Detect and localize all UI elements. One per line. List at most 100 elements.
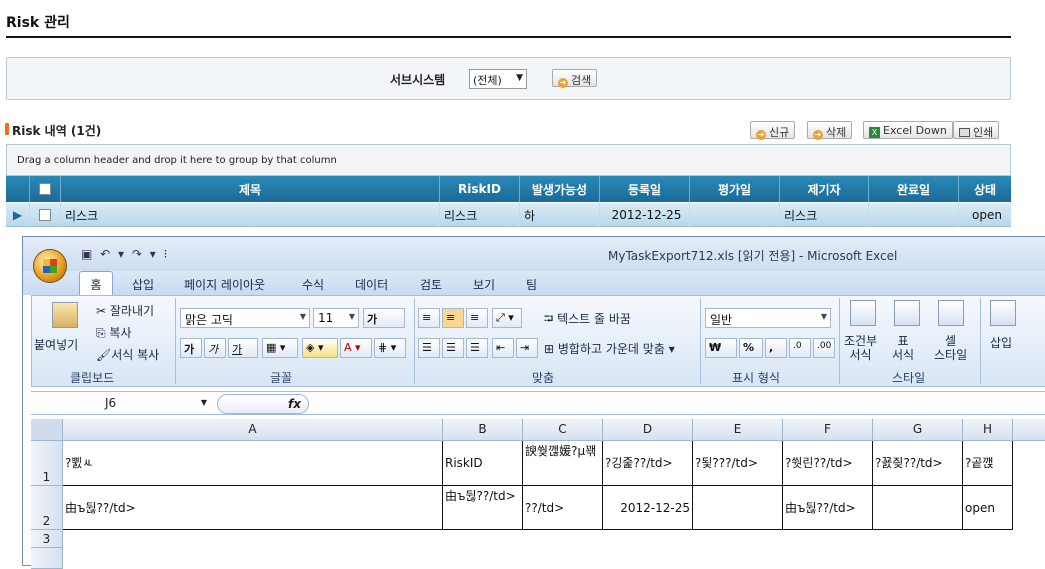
format-painter-button[interactable]: 🖌서식 복사 [96, 346, 159, 363]
cell-H1[interactable]: ?곹깭 [963, 441, 1013, 486]
tab-home[interactable]: 홈 [79, 271, 113, 295]
font-name-combo[interactable]: 맑은 고딕 ▼ [180, 308, 310, 328]
increase-decimal-button[interactable]: .0 [789, 338, 811, 358]
row-header-1[interactable]: 1 [31, 441, 63, 486]
name-box[interactable]: J6 ▼ [31, 394, 211, 414]
tab-page-layout[interactable]: 페이지 레이아웃 [184, 276, 265, 293]
align-top-button[interactable]: ≡ [418, 308, 440, 328]
cell-G1[interactable]: ?꾨즺??/td> [873, 441, 963, 486]
column-header-E[interactable]: E [693, 419, 783, 441]
tab-formulas[interactable]: 수식 [302, 276, 324, 293]
align-middle-button[interactable]: ≡ [442, 308, 464, 328]
wrap-text-button[interactable]: ⮒ 텍스트 줄 바꿈 [544, 310, 631, 331]
cell-styles-icon[interactable] [938, 300, 964, 326]
tab-team[interactable]: 팀 [526, 276, 537, 293]
italic-button[interactable]: 가 [204, 338, 226, 358]
column-header-F[interactable]: F [783, 419, 873, 441]
cell-F1[interactable]: ?쒓린??/td> [783, 441, 873, 486]
cell-C1[interactable]: 諛쒖깮媛?μ꽦 [523, 441, 603, 486]
format-as-table-button[interactable]: 표 서식 [892, 334, 914, 362]
orientation-button[interactable]: ⤢ ▾ [492, 308, 522, 328]
align-center-button[interactable]: ☰ [442, 338, 464, 358]
fill-color-button[interactable]: ◈ ▾ [302, 338, 338, 358]
column-header-D[interactable]: D [603, 419, 693, 441]
cell-D1[interactable]: ?깅줉??/td> [603, 441, 693, 486]
cell-G2[interactable] [873, 486, 963, 530]
decrease-decimal-button[interactable]: .00 [813, 338, 835, 358]
column-header-title[interactable]: 제목 [61, 176, 440, 202]
row-header-2[interactable]: 2 [31, 486, 63, 530]
font-size-combo[interactable]: 11 ▼ [313, 308, 359, 328]
paste-button[interactable]: 붙여넣기 [34, 336, 78, 353]
cell-F2[interactable]: 由ъ뒪??/td> [783, 486, 873, 530]
subsystem-select[interactable]: (전체) ▼ [469, 69, 527, 89]
column-header-registered[interactable]: 등록일 [600, 176, 690, 202]
insert-cells-icon[interactable] [990, 300, 1016, 326]
bold-button[interactable]: 가 [180, 338, 202, 358]
copy-button[interactable]: ⎘ 복사 [96, 324, 132, 341]
font-color-button[interactable]: A ▾ [340, 338, 372, 358]
search-button[interactable]: ➜ 검색 [552, 69, 598, 88]
column-header-C[interactable]: C [523, 419, 603, 441]
tab-review[interactable]: 검토 [420, 276, 442, 293]
paste-icon[interactable] [52, 302, 78, 328]
delete-button[interactable]: ➜ 삭제 [807, 121, 853, 140]
grow-font-button[interactable]: 가 [363, 308, 405, 328]
table-row[interactable]: ▶ 리스크 리스크 하 2012-12-25 리스크 open [6, 203, 1011, 227]
tab-view[interactable]: 보기 [473, 276, 495, 293]
tab-insert[interactable]: 삽입 [132, 276, 154, 293]
increase-indent-button[interactable]: ⇥ [516, 338, 538, 358]
group-by-bar[interactable]: Drag a column header and drop it here to… [6, 144, 1011, 176]
cell-E1[interactable]: ?됯???/td> [693, 441, 783, 486]
cell-A2[interactable]: 由ъ뒪??/td> [63, 486, 443, 530]
column-header-H[interactable]: H [963, 419, 1013, 441]
column-header-B[interactable]: B [443, 419, 523, 441]
cell-B1[interactable]: RiskID [443, 441, 523, 486]
cell-C2[interactable]: ??/td> [523, 486, 603, 530]
cell-D2[interactable]: 2012-12-25 [603, 486, 693, 530]
column-header-G[interactable]: G [873, 419, 963, 441]
cell-A1[interactable]: ?쀬ㅻ [63, 441, 443, 486]
phonetic-button[interactable]: ⋕ ▾ [374, 338, 406, 358]
decrease-indent-button[interactable]: ⇤ [492, 338, 514, 358]
excel-down-button[interactable]: X Excel Down [863, 121, 953, 139]
column-header-riskid[interactable]: RiskID [440, 176, 520, 202]
new-button[interactable]: ➜ 신규 [750, 121, 796, 140]
select-all-corner[interactable] [31, 419, 63, 441]
conditional-format-icon[interactable] [850, 300, 876, 326]
cell-title[interactable]: 리스크 [61, 203, 440, 227]
tab-data[interactable]: 데이터 [355, 276, 388, 293]
row-header-4[interactable] [31, 548, 63, 569]
border-button[interactable]: ▦ ▾ [262, 338, 298, 358]
column-header-next[interactable] [1013, 419, 1045, 441]
align-left-button[interactable]: ☰ [418, 338, 440, 358]
select-all-checkbox[interactable] [39, 183, 51, 195]
column-header-status[interactable]: 상태 [959, 176, 1011, 202]
insert-cells-button[interactable]: 삽입 [990, 334, 1012, 351]
cell-H2[interactable]: open [963, 486, 1013, 530]
cut-button[interactable]: ✂ 잘라내기 [96, 302, 154, 319]
insert-function-button[interactable]: fx [217, 394, 309, 414]
quick-access-toolbar[interactable]: ▣ ↶ ▾ ↷ ▾ ⁝ [81, 247, 169, 261]
column-header-raiser[interactable]: 제기자 [780, 176, 869, 202]
number-format-combo[interactable]: 일반 ▼ [705, 308, 831, 328]
conditional-format-button[interactable]: 조건부 서식 [844, 334, 877, 362]
column-header-A[interactable]: A [63, 419, 443, 441]
currency-button[interactable]: ₩ [705, 338, 737, 358]
cell-B2[interactable]: 由ъ뒪??/td> [443, 486, 523, 530]
column-header-likelihood[interactable]: 발생가능성 [520, 176, 600, 202]
office-button[interactable] [33, 249, 67, 283]
cell-E2[interactable] [693, 486, 783, 530]
merge-center-button[interactable]: ⊞ 병합하고 가운데 맞춤 ▾ [544, 340, 675, 357]
row-header-3[interactable]: 3 [31, 530, 63, 548]
row-checkbox[interactable] [39, 209, 51, 221]
percent-button[interactable]: % [739, 338, 763, 358]
underline-button[interactable]: 가 [228, 338, 258, 358]
print-button[interactable]: 인쇄 [953, 121, 1000, 139]
cell-styles-button[interactable]: 셀 스타일 [934, 334, 967, 362]
format-as-table-icon[interactable] [894, 300, 920, 326]
column-header-completed[interactable]: 완료일 [869, 176, 959, 202]
align-bottom-button[interactable]: ≡ [466, 308, 488, 328]
align-right-button[interactable]: ☰ [466, 338, 488, 358]
comma-button[interactable]: , [765, 338, 787, 358]
